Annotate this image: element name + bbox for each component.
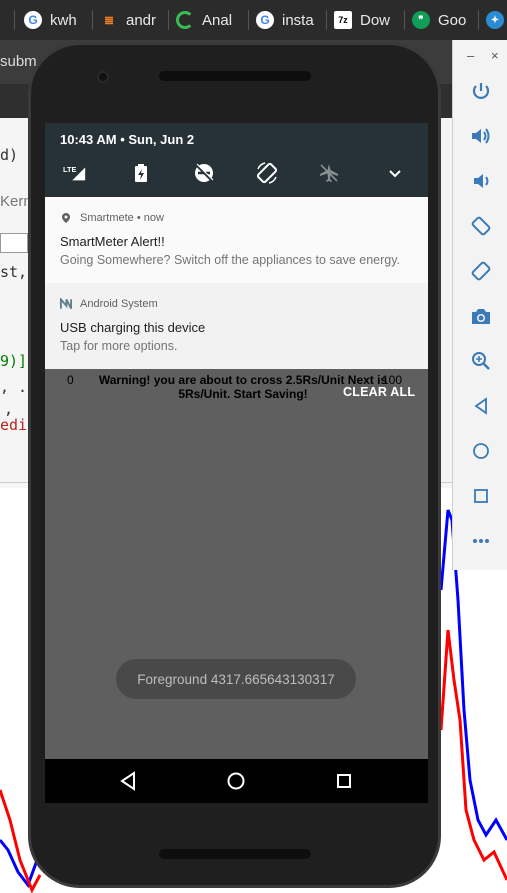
tab-goo[interactable]: ❞ Goo xyxy=(412,6,474,34)
tab-label: Dow xyxy=(360,11,391,29)
notification-header: Smartmete • now xyxy=(60,212,164,224)
quick-settings-header: 10:43 AM • Sun, Jun 2 LTE xyxy=(45,123,428,197)
tab-anal[interactable]: Anal xyxy=(176,6,242,34)
tab-label: insta xyxy=(282,11,314,29)
tab-label: Goo xyxy=(438,11,467,29)
kernel-menu-fragment: Kern xyxy=(0,193,32,210)
tab-partial-right[interactable]: ✦ xyxy=(486,6,507,34)
tab-insta[interactable]: G insta xyxy=(256,6,324,34)
notification-smartmeter[interactable]: Smartmete • now SmartMeter Alert!! Going… xyxy=(45,197,428,283)
panel-window-controls: – × xyxy=(453,48,507,64)
google-icon: G xyxy=(256,11,274,29)
expand-chevron-icon[interactable] xyxy=(383,163,407,183)
nav-home-icon[interactable] xyxy=(225,770,247,792)
rotate-left-icon[interactable] xyxy=(469,214,493,238)
android-system-icon xyxy=(60,298,72,310)
address-fragment: subm xyxy=(0,53,37,70)
meter-min-label: 0 xyxy=(67,373,74,387)
emulator-side-panel: – × xyxy=(452,40,507,570)
zoom-icon[interactable] xyxy=(469,349,493,373)
more-icon[interactable] xyxy=(469,529,493,553)
back-icon[interactable] xyxy=(469,394,493,418)
7zip-icon: 7z xyxy=(334,11,352,29)
notification-android-system[interactable]: Android System USB charging this device … xyxy=(45,283,428,369)
tab-kwh[interactable]: G kwh xyxy=(24,6,88,34)
plot-line-red-right xyxy=(439,629,507,881)
warning-row: 0 Warning! you are about to cross 2.5Rs/… xyxy=(45,369,428,409)
nav-back-icon[interactable] xyxy=(117,770,139,792)
tab-label: andr xyxy=(126,11,157,29)
volume-up-icon[interactable] xyxy=(469,124,493,148)
notification-body: Tap for more options. xyxy=(60,339,178,353)
status-time-date: 10:43 AM • Sun, Jun 2 xyxy=(60,132,195,147)
camera-icon[interactable] xyxy=(469,304,493,328)
code-fragment: , . xyxy=(0,378,28,396)
toast-message: Foreground 4317.665643130317 xyxy=(116,659,356,699)
lte-signal-icon[interactable]: LTE xyxy=(63,163,87,183)
notification-app-name: Android System xyxy=(80,298,158,310)
volume-down-icon[interactable] xyxy=(469,169,493,193)
notification-title: SmartMeter Alert!! xyxy=(60,234,165,249)
code-fragment: d) xyxy=(0,146,19,164)
bottom-speaker xyxy=(159,849,311,859)
clear-all-button[interactable]: CLEAR ALL xyxy=(343,385,415,399)
notification-title: USB charging this device xyxy=(60,320,206,335)
phone-screen: 10:43 AM • Sun, Jun 2 LTE Smartmete • no… xyxy=(45,123,428,803)
browser-tab-strip: / G kwh ≣ andr Anal G insta 7z Dow ❞ Goo xyxy=(0,0,507,40)
toast-text: Foreground 4317.665643130317 xyxy=(137,671,335,687)
notification-body: Going Somewhere? Switch off the applianc… xyxy=(60,253,401,267)
location-pin-icon xyxy=(60,212,72,224)
dnd-off-icon[interactable] xyxy=(192,163,216,183)
minimize-button[interactable]: – xyxy=(467,48,474,63)
tab-partial[interactable]: / xyxy=(0,6,12,34)
rotate-right-icon[interactable] xyxy=(469,259,493,283)
nav-overview-icon[interactable] xyxy=(333,770,355,792)
front-camera xyxy=(97,71,109,83)
tab-andr[interactable]: ≣ andr xyxy=(100,6,162,34)
hangouts-icon: ❞ xyxy=(412,11,430,29)
screen-root: / G kwh ≣ andr Anal G insta 7z Dow ❞ Goo xyxy=(0,0,507,893)
google-icon: G xyxy=(24,11,42,29)
notification-header: Android System xyxy=(60,298,158,310)
tab-dow[interactable]: 7z Dow xyxy=(334,6,398,34)
tab-label: kwh xyxy=(50,11,77,29)
close-button[interactable]: × xyxy=(491,48,499,63)
top-speaker xyxy=(159,71,311,81)
airplane-icon[interactable] xyxy=(317,163,341,183)
loading-icon xyxy=(176,11,194,29)
overview-icon[interactable] xyxy=(469,484,493,508)
auto-rotate-icon[interactable] xyxy=(255,162,279,184)
phone-frame: 10:43 AM • Sun, Jun 2 LTE Smartmete • no… xyxy=(28,42,441,888)
stackoverflow-icon: ≣ xyxy=(103,13,115,27)
android-nav-bar xyxy=(45,759,428,803)
app-icon: ✦ xyxy=(486,11,504,29)
power-icon[interactable] xyxy=(469,79,493,103)
notification-app-name: Smartmete • now xyxy=(80,212,164,224)
toolbar-button-bg xyxy=(0,233,28,253)
code-fragment: 9)] xyxy=(0,352,28,370)
svg-text:LTE: LTE xyxy=(63,165,76,174)
home-icon[interactable] xyxy=(469,439,493,463)
tab-label: Anal xyxy=(202,11,233,29)
battery-charging-icon[interactable] xyxy=(129,163,153,183)
